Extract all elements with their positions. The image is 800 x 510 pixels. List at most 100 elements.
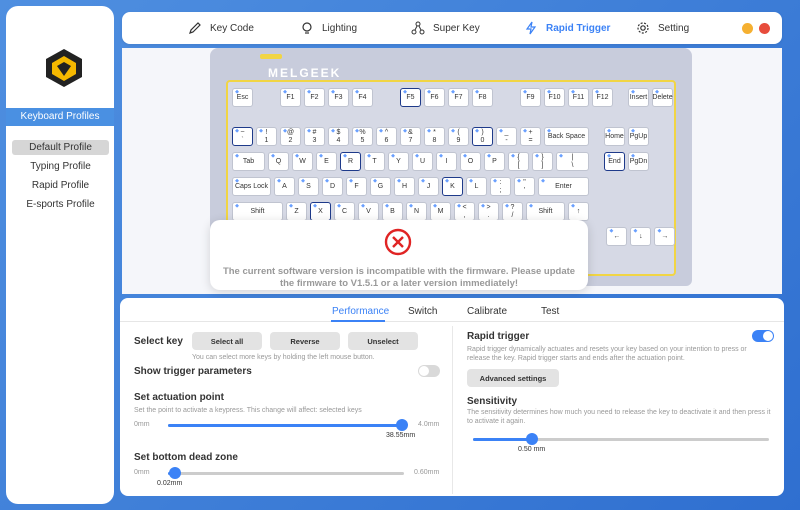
- tab-switch[interactable]: Switch: [408, 306, 437, 317]
- key-cap[interactable]: ◆ F3: [328, 88, 349, 107]
- key-cap[interactable]: ◆ Q: [268, 152, 289, 171]
- key-cap[interactable]: ◆ > .: [478, 202, 499, 221]
- advanced-settings-button[interactable]: Advanced settings: [467, 369, 559, 387]
- key-cap[interactable]: ◆ ~ `: [232, 127, 253, 146]
- key-cap[interactable]: ◆ Y: [388, 152, 409, 171]
- profile-item-rapid[interactable]: Rapid Profile: [12, 178, 109, 193]
- key-cap[interactable]: ◆ F: [346, 177, 367, 196]
- key-cap[interactable]: ◆ T: [364, 152, 385, 171]
- key-cap[interactable]: ◆ V: [358, 202, 379, 221]
- key-cap[interactable]: ◆ U: [412, 152, 433, 171]
- key-cap[interactable]: ◆ End: [604, 152, 625, 171]
- actuation-slider-handle[interactable]: [395, 419, 408, 431]
- nav-rapid-trigger[interactable]: Rapid Trigger: [524, 12, 610, 44]
- key-cap[interactable]: ◆ L: [466, 177, 487, 196]
- key-cap[interactable]: ◆ Back Space: [544, 127, 589, 146]
- key-cap[interactable]: ◆ D: [322, 177, 343, 196]
- nav-setting[interactable]: Setting: [636, 12, 689, 44]
- profile-item-default[interactable]: Default Profile: [12, 140, 109, 155]
- profile-item-typing[interactable]: Typing Profile: [12, 159, 109, 174]
- key-cap[interactable]: ◆ Delete: [652, 88, 673, 107]
- key-cap[interactable]: ◆ & 7: [400, 127, 421, 146]
- key-cap[interactable]: ◆ W: [292, 152, 313, 171]
- key-cap[interactable]: ◆ F12: [592, 88, 613, 107]
- key-cap[interactable]: ◆ R: [340, 152, 361, 171]
- key-cap[interactable]: ◆ Shift: [526, 202, 565, 221]
- key-cap[interactable]: ◆ F8: [472, 88, 493, 107]
- key-cap[interactable]: ◆ PgDn: [628, 152, 649, 171]
- key-cap[interactable]: ◆ _ -: [496, 127, 517, 146]
- key-cap[interactable]: ◆ P: [484, 152, 505, 171]
- tab-performance[interactable]: Performance: [332, 306, 389, 317]
- tab-test[interactable]: Test: [541, 306, 559, 317]
- key-cap[interactable]: ◆ # 3: [304, 127, 325, 146]
- nav-lighting[interactable]: Lighting: [300, 12, 357, 44]
- key-cap[interactable]: ◆) 0: [472, 127, 493, 146]
- key-cap[interactable]: ◆ F7: [448, 88, 469, 107]
- key-cap[interactable]: ◆ < ,: [454, 202, 475, 221]
- key-cap[interactable]: ◆ ↑: [568, 202, 589, 221]
- key-cap[interactable]: ◆ @ 2: [280, 127, 301, 146]
- key-cap[interactable]: ◆ Esc: [232, 88, 253, 107]
- key-cap[interactable]: ◆ O: [460, 152, 481, 171]
- key-cap[interactable]: ◆! 1: [256, 127, 277, 146]
- key-cap[interactable]: ◆ | \: [556, 152, 589, 171]
- key-cap[interactable]: ◆ + =: [520, 127, 541, 146]
- key-cap[interactable]: ◆ F4: [352, 88, 373, 107]
- key-cap[interactable]: ◆} ]: [532, 152, 553, 171]
- key-cap[interactable]: ◆ F6: [424, 88, 445, 107]
- key-cap[interactable]: ◆ N: [406, 202, 427, 221]
- key-cap[interactable]: ◆ Home: [604, 127, 625, 146]
- key-cap[interactable]: ◆{ [: [508, 152, 529, 171]
- key-cap[interactable]: ◆ F11: [568, 88, 589, 107]
- key-cap[interactable]: ◆( 9: [448, 127, 469, 146]
- select-all-button[interactable]: Select all: [192, 332, 262, 350]
- tab-calibrate[interactable]: Calibrate: [467, 306, 507, 317]
- key-cap[interactable]: ◆ F9: [520, 88, 541, 107]
- key-cap[interactable]: ◆ M: [430, 202, 451, 221]
- key-cap[interactable]: ◆ Caps Lock: [232, 177, 271, 196]
- show-trigger-toggle[interactable]: [418, 365, 440, 377]
- nav-super-key[interactable]: Super Key: [411, 12, 480, 44]
- key-cap[interactable]: ◆ * 8: [424, 127, 445, 146]
- key-cap[interactable]: ◆ F10: [544, 88, 565, 107]
- key-cap[interactable]: ◆ Shift: [232, 202, 283, 221]
- key-cap[interactable]: ◆ F2: [304, 88, 325, 107]
- key-cap[interactable]: ◆ F1: [280, 88, 301, 107]
- key-cap[interactable]: ◆ F5: [400, 88, 421, 107]
- key-cap[interactable]: ◆ Enter: [538, 177, 589, 196]
- minimize-button[interactable]: [742, 23, 753, 34]
- key-cap[interactable]: ◆ H: [394, 177, 415, 196]
- key-cap[interactable]: ◆ PgUp: [628, 127, 649, 146]
- rapid-trigger-toggle[interactable]: [752, 330, 774, 342]
- key-cap[interactable]: ◆ J: [418, 177, 439, 196]
- sensitivity-slider-handle[interactable]: [526, 433, 539, 445]
- key-cap[interactable]: ◆ Insert: [628, 88, 649, 107]
- key-cap[interactable]: ◆ G: [370, 177, 391, 196]
- key-cap[interactable]: ◆ ^ 6: [376, 127, 397, 146]
- close-button[interactable]: [759, 23, 770, 34]
- key-cap[interactable]: ◆ K: [442, 177, 463, 196]
- key-cap[interactable]: ◆ $ 4: [328, 127, 349, 146]
- key-cap[interactable]: ◆ " ': [514, 177, 535, 196]
- key-cap[interactable]: ◆ ↓: [630, 227, 652, 246]
- key-cap[interactable]: ◆ Z: [286, 202, 307, 221]
- key-cap[interactable]: ◆ C: [334, 202, 355, 221]
- profile-item-esports[interactable]: E-sports Profile: [12, 197, 109, 212]
- key-cap[interactable]: ◆% 5: [352, 127, 373, 146]
- key-cap[interactable]: ◆: ;: [490, 177, 511, 196]
- deadzone-slider-handle[interactable]: [169, 467, 182, 479]
- key-cap[interactable]: ◆ →: [654, 227, 676, 246]
- key-cap[interactable]: ◆ I: [436, 152, 457, 171]
- key-cap[interactable]: ◆? /: [502, 202, 523, 221]
- nav-key-code[interactable]: Key Code: [188, 12, 254, 44]
- key-cap[interactable]: ◆ X: [310, 202, 331, 221]
- key-cap[interactable]: ◆ S: [298, 177, 319, 196]
- reverse-button[interactable]: Reverse: [270, 332, 340, 350]
- deadzone-slider-track[interactable]: [168, 472, 404, 475]
- unselect-button[interactable]: Unselect: [348, 332, 418, 350]
- key-cap[interactable]: ◆ B: [382, 202, 403, 221]
- key-cap[interactable]: ◆ ←: [606, 227, 628, 246]
- key-cap[interactable]: ◆ Tab: [232, 152, 265, 171]
- key-cap[interactable]: ◆ E: [316, 152, 337, 171]
